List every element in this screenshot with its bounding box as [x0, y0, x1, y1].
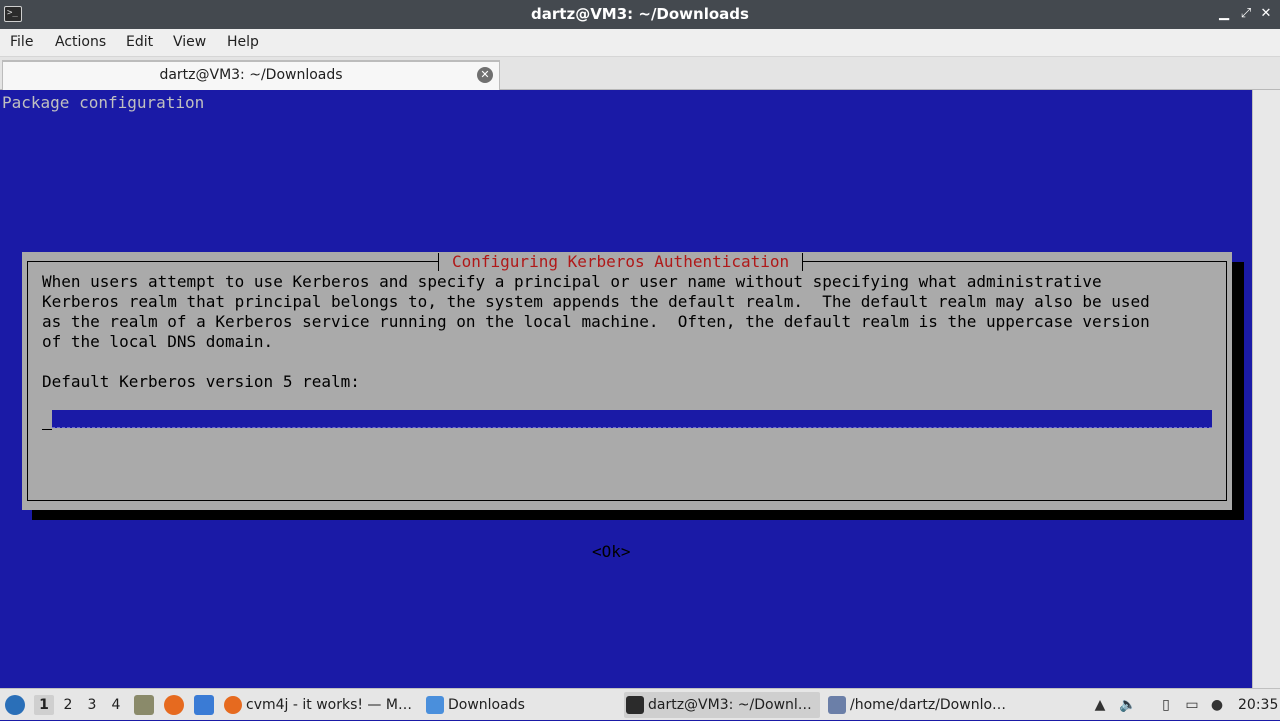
- terminal-view[interactable]: Package configuration Configuring Kerber…: [0, 90, 1280, 688]
- window-titlebar: >_ dartz@VM3: ~/Downloads ▁ ⤢ ✕: [0, 0, 1280, 29]
- firefox-launcher-icon[interactable]: [164, 695, 184, 715]
- menu-edit[interactable]: Edit: [126, 34, 153, 50]
- notification-icon[interactable]: ●: [1208, 696, 1226, 714]
- realm-input[interactable]: [42, 410, 1212, 430]
- workspace-1[interactable]: 1: [34, 695, 54, 715]
- clock[interactable]: 20:35: [1238, 689, 1278, 721]
- task-firefox[interactable]: cvm4j - it works! — M…: [222, 692, 418, 718]
- clipboard-icon[interactable]: ▯: [1157, 696, 1175, 714]
- realm-input-field[interactable]: [52, 410, 1212, 428]
- file-manager-launcher-icon[interactable]: [134, 695, 154, 715]
- task-downloads[interactable]: Downloads: [424, 692, 614, 718]
- dialog-text-line: Kerberos realm that principal belongs to…: [42, 292, 1150, 311]
- package-config-header: Package configuration: [2, 93, 205, 112]
- dialog-text-line: When users attempt to use Kerberos and s…: [42, 272, 1102, 291]
- network-icon[interactable]: ▭: [1183, 696, 1201, 714]
- debconf-dialog: Configuring Kerberos Authentication When…: [22, 252, 1232, 561]
- menu-view[interactable]: View: [173, 34, 206, 50]
- menu-help[interactable]: Help: [227, 34, 259, 50]
- volume-icon[interactable]: 🔈: [1119, 696, 1137, 714]
- start-menu-icon[interactable]: [5, 695, 25, 715]
- task-label: dartz@VM3: ~/Downl…: [648, 697, 812, 713]
- tab-close-icon[interactable]: ✕: [477, 67, 493, 83]
- taskbar: 1 2 3 4 cvm4j - it works! — M… Downloads…: [0, 688, 1280, 720]
- dialog-text-line: as the realm of a Kerberos service runni…: [42, 312, 1150, 331]
- task-label: /home/dartz/Downlo…: [850, 697, 1007, 713]
- workspace-4[interactable]: 4: [106, 695, 126, 715]
- realm-prompt-label: Default Kerberos version 5 realm:: [42, 372, 360, 391]
- text-cursor: [42, 410, 52, 430]
- task-label: Downloads: [448, 697, 525, 713]
- maximize-icon[interactable]: ⤢: [1238, 6, 1254, 22]
- text-editor-icon: [828, 696, 846, 714]
- close-icon[interactable]: ✕: [1258, 6, 1274, 22]
- dialog-title: Configuring Kerberos Authentication: [438, 252, 804, 274]
- workspace-2[interactable]: 2: [58, 695, 78, 715]
- tab-bar: dartz@VM3: ~/Downloads ✕: [0, 57, 1280, 90]
- folder-icon: [426, 696, 444, 714]
- terminal-scrollbar[interactable]: [1252, 90, 1280, 688]
- terminal-icon: [626, 696, 644, 714]
- desktop-icon[interactable]: [194, 695, 214, 715]
- dialog-text-line: of the local DNS domain.: [42, 332, 274, 351]
- tab-terminal[interactable]: dartz@VM3: ~/Downloads ✕: [2, 60, 500, 90]
- task-text-editor[interactable]: /home/dartz/Downlo…: [826, 692, 1022, 718]
- workspace-3[interactable]: 3: [82, 695, 102, 715]
- firefox-icon: [224, 696, 242, 714]
- tab-label: dartz@VM3: ~/Downloads: [159, 67, 343, 83]
- task-label: cvm4j - it works! — M…: [246, 697, 412, 713]
- menu-actions[interactable]: Actions: [55, 34, 106, 50]
- ok-button[interactable]: <Ok>: [592, 542, 631, 562]
- menu-file[interactable]: File: [10, 34, 33, 50]
- tray-up-arrow-icon[interactable]: ▲: [1091, 696, 1109, 714]
- minimize-icon[interactable]: ▁: [1216, 6, 1232, 22]
- task-terminal[interactable]: dartz@VM3: ~/Downl…: [624, 692, 820, 718]
- menubar: File Actions Edit View Help: [0, 29, 1280, 57]
- window-title: dartz@VM3: ~/Downloads: [531, 5, 749, 23]
